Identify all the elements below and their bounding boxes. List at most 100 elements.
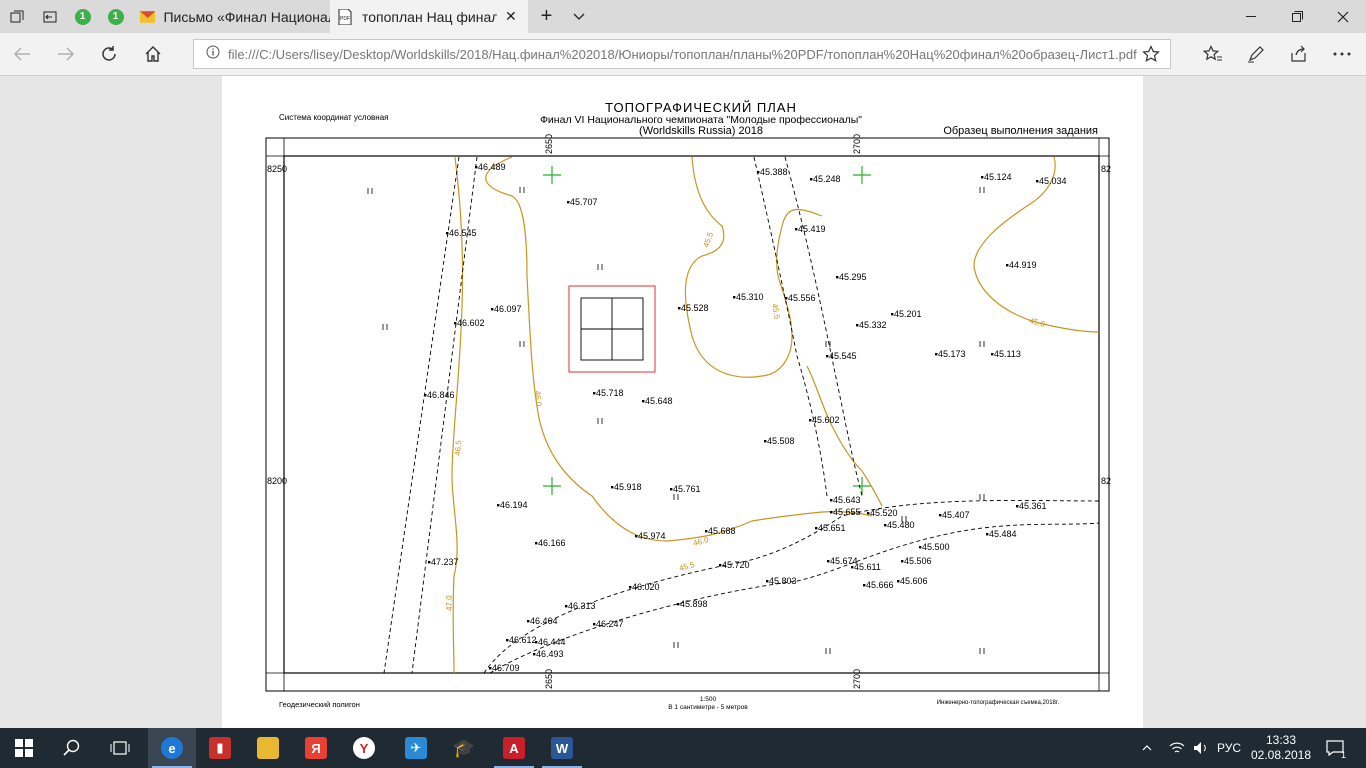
address-url[interactable]: file:///C:/Users/lisey/Desktop/Worldskil… bbox=[228, 47, 1148, 62]
edge-browser-icon[interactable]: e bbox=[148, 728, 196, 768]
pdf-page: Система координат условная ТОПОГРАФИЧЕСК… bbox=[222, 76, 1143, 728]
restore-icon[interactable] bbox=[1274, 0, 1320, 33]
wifi-icon[interactable] bbox=[1166, 728, 1188, 768]
survey-point: 45.520 bbox=[867, 508, 898, 518]
survey-point-label: 46.493 bbox=[536, 649, 564, 659]
survey-point-label: 45.407 bbox=[942, 510, 970, 520]
clock[interactable]: 13:33 02.08.2018 bbox=[1250, 728, 1312, 768]
file-explorer-icon[interactable] bbox=[244, 728, 292, 768]
survey-point: 46.020 bbox=[629, 582, 660, 592]
contour-label: 46.0 bbox=[533, 390, 543, 407]
survey-point-label: 45.602 bbox=[812, 415, 840, 425]
survey-point: 46.489 bbox=[475, 162, 506, 172]
survey-point-label: 45.124 bbox=[984, 172, 1012, 182]
yandex-icon[interactable]: Я bbox=[292, 728, 340, 768]
pinned-tab-2[interactable]: 1 bbox=[99, 0, 132, 33]
language-indicator[interactable]: РУС bbox=[1214, 728, 1244, 768]
forward-icon[interactable] bbox=[46, 33, 86, 75]
education-app-icon[interactable]: 🎓 bbox=[440, 728, 488, 768]
survey-point-label: 45.248 bbox=[813, 174, 841, 184]
taskbar: e ▮ Я Y ✈ 🎓 A W РУС 13:33 02.08.2018 1 bbox=[0, 728, 1366, 768]
survey-point: 45.124 bbox=[981, 172, 1012, 182]
word-icon[interactable]: W bbox=[538, 728, 586, 768]
minimize-icon[interactable] bbox=[1228, 0, 1274, 33]
survey-point-label: 45.506 bbox=[904, 556, 932, 566]
survey-point-label: 44.919 bbox=[1009, 260, 1037, 270]
survey-point-label: 45.480 bbox=[887, 520, 915, 530]
survey-point: 45.361 bbox=[1016, 501, 1047, 511]
start-button[interactable] bbox=[0, 728, 48, 768]
survey-point-label: 45.500 bbox=[922, 542, 950, 552]
tab-manager-icon[interactable] bbox=[0, 0, 33, 33]
close-tab-icon[interactable]: ✕ bbox=[505, 8, 517, 25]
survey-point: 46.493 bbox=[533, 649, 564, 659]
survey-point: 45.545 bbox=[826, 351, 857, 361]
survey-point-label: 46.247 bbox=[596, 619, 624, 629]
survey-point: 45.500 bbox=[919, 542, 950, 552]
survey-point: 45.606 bbox=[897, 576, 928, 586]
search-icon[interactable] bbox=[48, 728, 96, 768]
yandex-browser-icon[interactable]: Y bbox=[340, 728, 388, 768]
survey-point-label: 46.444 bbox=[538, 637, 566, 647]
survey-point-label: 46.020 bbox=[632, 582, 660, 592]
survey-point: 45.556 bbox=[785, 293, 816, 303]
survey-point: 45.648 bbox=[642, 396, 673, 406]
share-icon[interactable] bbox=[1279, 33, 1319, 75]
survey-point: 46.464 bbox=[527, 616, 558, 626]
survey-point: 45.332 bbox=[856, 320, 887, 330]
new-tab-icon[interactable]: + bbox=[530, 0, 563, 33]
survey-point-label: 46.709 bbox=[492, 663, 520, 673]
survey-point: 46.709 bbox=[489, 663, 520, 673]
survey-point-label: 45.648 bbox=[645, 396, 673, 406]
survey-point-label: 45.898 bbox=[680, 599, 708, 609]
survey-point-label: 46.166 bbox=[538, 538, 566, 548]
survey-point-label: 45.528 bbox=[681, 303, 709, 313]
survey-point-label: 45.419 bbox=[798, 224, 826, 234]
survey-point-label: 45.655 bbox=[833, 507, 861, 517]
survey-point-label: 45.034 bbox=[1039, 176, 1067, 186]
contour-label: 46.5 bbox=[453, 439, 463, 456]
autocad-icon[interactable]: A bbox=[490, 728, 538, 768]
tab-label: топоплан Нац финал с bbox=[362, 8, 497, 25]
pdf-viewer[interactable]: Система координат условная ТОПОГРАФИЧЕСК… bbox=[0, 76, 1366, 728]
web-note-icon[interactable] bbox=[1236, 33, 1276, 75]
back-icon[interactable] bbox=[2, 33, 42, 75]
set-aside-tabs-icon[interactable] bbox=[33, 0, 66, 33]
survey-point-label: 47.237 bbox=[431, 557, 459, 567]
favorites-hub-icon[interactable] bbox=[1193, 33, 1233, 75]
tab-mail[interactable]: Письмо «Финал Национал bbox=[132, 0, 330, 33]
survey-point: 46.097 bbox=[491, 304, 522, 314]
survey-point: 46.612 bbox=[506, 635, 537, 645]
more-menu-icon[interactable] bbox=[1322, 33, 1362, 75]
contour-label: 46.0 bbox=[692, 535, 710, 548]
home-icon[interactable] bbox=[133, 33, 173, 75]
survey-point-label: 45.361 bbox=[1019, 501, 1047, 511]
survey-point: 47.237 bbox=[428, 557, 459, 567]
topographic-plan: Система координат условная ТОПОГРАФИЧЕСК… bbox=[265, 100, 1111, 711]
reader-app-icon[interactable]: ▮ bbox=[196, 728, 244, 768]
survey-point-label: 45.556 bbox=[788, 293, 816, 303]
tab-list-chevron-icon[interactable] bbox=[562, 0, 595, 33]
survey-point: 44.919 bbox=[1006, 260, 1037, 270]
refresh-icon[interactable] bbox=[89, 33, 129, 75]
survey-point: 45.484 bbox=[986, 529, 1017, 539]
info-icon[interactable] bbox=[206, 45, 220, 64]
tab-pdf[interactable]: PDF топоплан Нац финал с ✕ bbox=[330, 0, 528, 33]
task-view-icon[interactable] bbox=[96, 728, 144, 768]
survey-point-label: 45.332 bbox=[859, 320, 887, 330]
flight-app-icon[interactable]: ✈ bbox=[392, 728, 440, 768]
notification-center-icon[interactable]: 1 bbox=[1320, 728, 1350, 768]
survey-point: 45.918 bbox=[611, 482, 642, 492]
favorite-star-icon[interactable] bbox=[1142, 45, 1160, 68]
tab-bar: 1 1 Письмо «Финал Национал PDF топоплан … bbox=[0, 0, 1366, 33]
survey-point: 45.602 bbox=[809, 415, 840, 425]
show-hidden-icons-icon[interactable] bbox=[1138, 728, 1156, 768]
survey-point: 45.655 bbox=[830, 507, 861, 517]
pinned-tab-1[interactable]: 1 bbox=[66, 0, 99, 33]
volume-icon[interactable] bbox=[1190, 728, 1212, 768]
survey-point: 45.707 bbox=[567, 197, 598, 207]
survey-point: 46.602 bbox=[454, 318, 485, 328]
close-window-icon[interactable] bbox=[1320, 0, 1366, 33]
svg-text:PDF: PDF bbox=[340, 16, 350, 22]
address-bar[interactable]: file:///C:/Users/lisey/Desktop/Worldskil… bbox=[193, 39, 1171, 69]
